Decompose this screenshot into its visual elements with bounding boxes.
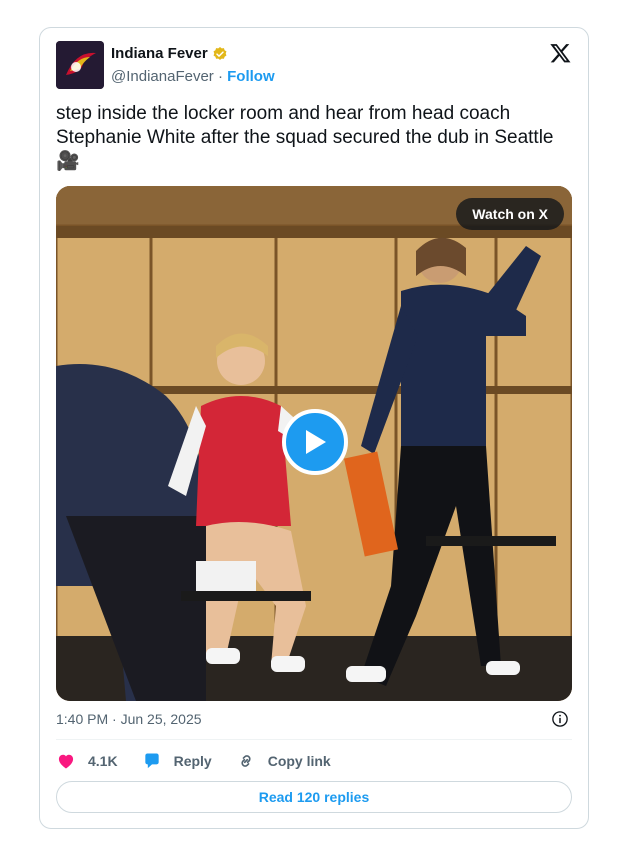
handle[interactable]: @IndianaFever [111,68,214,85]
info-icon[interactable] [551,710,569,728]
heart-icon [58,754,74,769]
indiana-fever-logo-icon [56,41,104,89]
tweet-timestamp[interactable]: 1:40 PM · Jun 25, 2025 [56,711,202,727]
watch-on-x-button[interactable]: Watch on X [456,198,564,230]
tweet-text: step inside the locker room and hear fro… [56,103,554,172]
link-icon [241,755,251,767]
separator: · [213,68,228,85]
reply-button[interactable]: Reply [142,751,212,771]
action-bar: 4.1K Reply Copy link [56,751,355,771]
like-button[interactable]: 4.1K [56,751,118,771]
tweet-card[interactable]: Indiana Fever @IndianaFever · Follow ste… [39,27,589,829]
copy-link-button[interactable]: Copy link [236,751,331,771]
video-player[interactable]: Watch on X [56,186,572,701]
divider [56,739,572,740]
play-icon [306,430,326,454]
avatar[interactable] [56,41,104,89]
read-replies-button[interactable]: Read 120 replies [56,781,572,813]
display-name[interactable]: Indiana Fever [111,45,208,62]
like-count: 4.1K [88,753,118,769]
copy-link-label: Copy link [267,753,331,769]
reply-bubble-icon [144,753,159,769]
play-button[interactable] [282,409,348,475]
follow-button[interactable]: Follow [227,68,275,85]
verified-badge-icon [213,46,227,60]
x-logo-icon[interactable] [549,42,572,64]
handle-row: @IndianaFever · Follow [111,68,275,85]
reply-label: Reply [173,753,212,769]
